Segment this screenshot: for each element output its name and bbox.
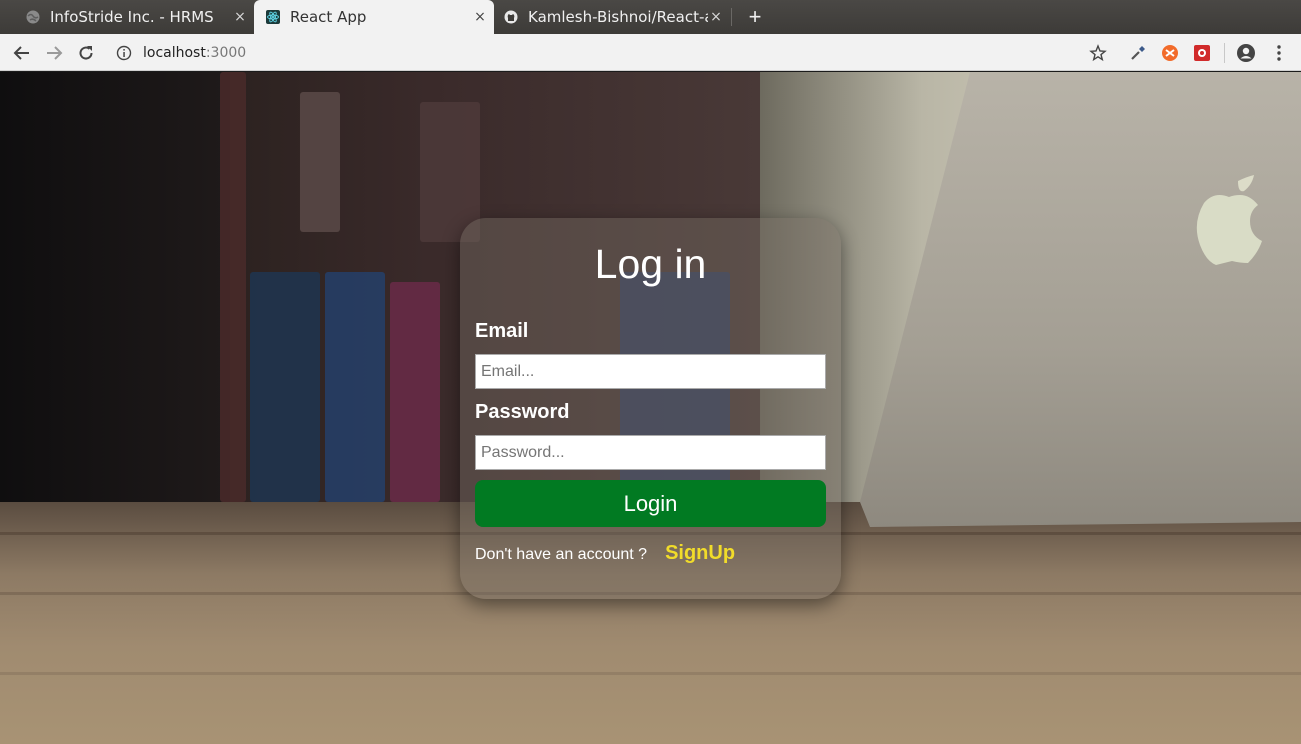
signup-link[interactable]: SignUp	[665, 542, 735, 565]
background-book	[325, 272, 385, 502]
red-extension[interactable]	[1190, 41, 1214, 65]
desk-grain	[0, 672, 1301, 675]
password-label: Password	[475, 401, 570, 423]
orange-extension[interactable]	[1158, 41, 1182, 65]
forward-button[interactable]	[42, 41, 66, 65]
eyedropper-icon	[1131, 46, 1145, 60]
extension-orange-icon	[1162, 45, 1178, 61]
background-dark-area	[0, 72, 230, 532]
login-title: Log in	[594, 241, 707, 287]
extension-red-icon	[1194, 45, 1210, 61]
tab-infostride[interactable]: InfoStride Inc. - HRMS ×	[0, 0, 254, 34]
toolbar-divider	[1224, 43, 1225, 63]
back-button[interactable]	[10, 41, 34, 65]
kebab-menu-icon	[1277, 45, 1281, 61]
login-button[interactable]: Login	[475, 480, 826, 527]
account-icon	[1237, 44, 1255, 62]
email-label: Email	[475, 320, 529, 342]
tab-react-app[interactable]: React App ×	[254, 0, 494, 34]
browser-tab-strip: InfoStride Inc. - HRMS × React App × Kam…	[0, 0, 1301, 34]
background-book	[250, 272, 320, 502]
star-icon	[1089, 44, 1107, 62]
login-card: Log in Email Password Login Don't have a…	[460, 218, 841, 599]
tab-separator	[731, 8, 732, 26]
address-bar[interactable]: localhost :3000	[116, 41, 246, 65]
email-field[interactable]	[475, 354, 826, 389]
bookmark-button[interactable]	[1086, 41, 1110, 65]
github-icon	[504, 10, 518, 24]
background-book	[300, 92, 340, 232]
tab-title: Kamlesh-Bishnoi/React-ap	[528, 8, 708, 26]
background-book	[420, 102, 480, 242]
info-icon	[116, 45, 132, 61]
apple-logo-icon	[1196, 175, 1262, 265]
reload-button[interactable]	[74, 41, 98, 65]
globe-icon	[26, 10, 40, 24]
profile-button[interactable]	[1234, 41, 1258, 65]
no-account-text: Don't have an account ?	[475, 546, 648, 563]
signup-prompt: Don't have an account ? SignUp	[475, 542, 735, 565]
reload-icon	[79, 46, 93, 60]
url-host: localhost	[143, 45, 206, 61]
url-port: :3000	[205, 45, 247, 61]
browser-toolbar: localhost :3000	[0, 34, 1301, 71]
background-book	[390, 282, 440, 502]
arrow-left-icon	[13, 46, 29, 60]
close-tab-icon[interactable]: ×	[472, 9, 488, 25]
tab-title: InfoStride Inc. - HRMS	[50, 8, 214, 26]
tab-title: React App	[290, 8, 367, 26]
background-book	[220, 72, 246, 502]
password-field[interactable]	[475, 435, 826, 470]
close-tab-icon[interactable]: ×	[708, 9, 724, 25]
arrow-right-icon	[47, 46, 63, 60]
new-tab-button[interactable]: +	[744, 4, 766, 30]
eyedropper-extension[interactable]	[1126, 41, 1150, 65]
react-icon	[266, 10, 280, 24]
tab-github[interactable]: Kamlesh-Bishnoi/React-ap ×	[494, 0, 730, 34]
menu-button[interactable]	[1267, 41, 1291, 65]
close-tab-icon[interactable]: ×	[232, 9, 248, 25]
